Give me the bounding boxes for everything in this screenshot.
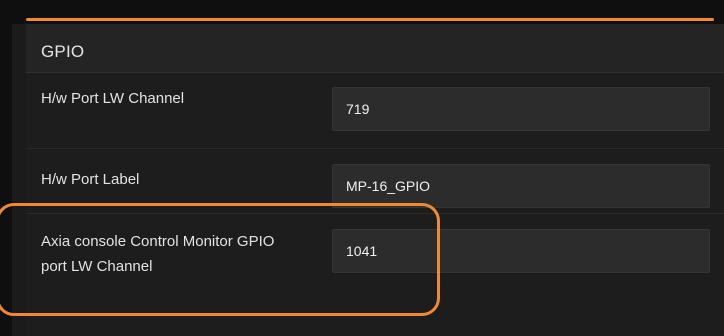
- field-label: H/w Port Label: [41, 171, 140, 188]
- screenshot-stage: GPIO H/w Port LW Channel H/w Port Label …: [0, 0, 724, 336]
- field-label: Axia console Control Monitor GPIO port L…: [41, 233, 275, 275]
- axia-gpio-lw-channel-input[interactable]: [332, 229, 710, 273]
- hw-port-lw-channel-input[interactable]: [332, 87, 710, 131]
- hw-port-label-input[interactable]: [332, 164, 710, 208]
- gpio-settings-panel: GPIO H/w Port LW Channel H/w Port Label …: [12, 24, 724, 336]
- orange-accent-line: [26, 18, 714, 21]
- panel-title: GPIO: [41, 42, 85, 61]
- panel-header: GPIO: [26, 24, 724, 73]
- field-row-hw-port-lw-channel: H/w Port LW Channel: [26, 73, 724, 149]
- field-row-hw-port-label: H/w Port Label: [26, 149, 724, 214]
- field-label: H/w Port LW Channel: [41, 90, 185, 107]
- field-row-axia-gpio-lw-channel: Axia console Control Monitor GPIO port L…: [26, 214, 724, 336]
